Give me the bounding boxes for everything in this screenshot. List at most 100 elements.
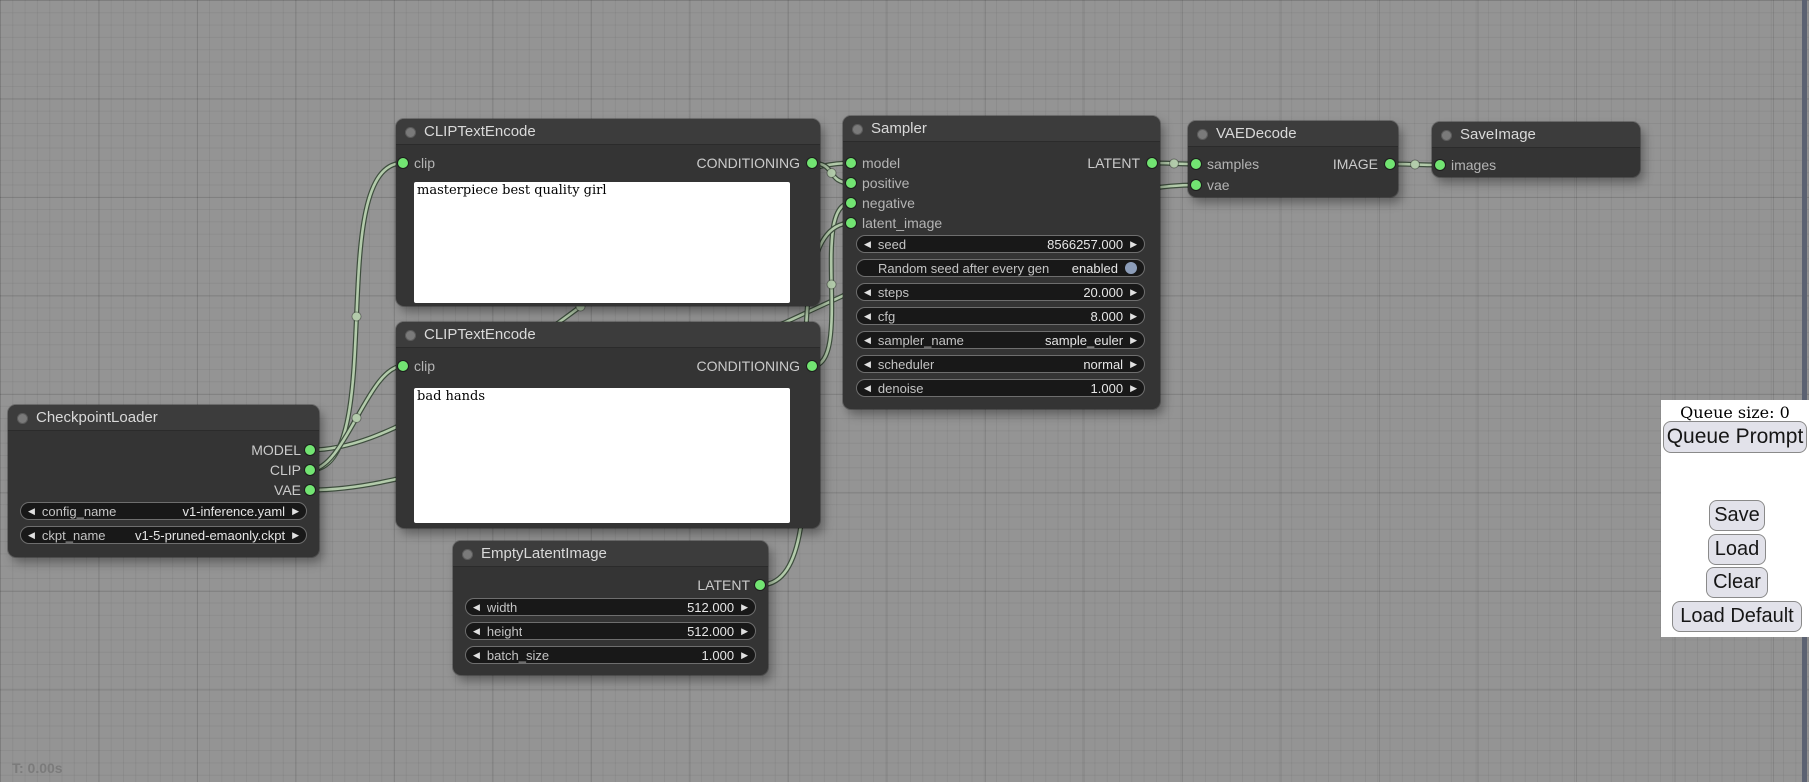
node-title: EmptyLatentImage	[481, 545, 607, 562]
collapse-dot-icon[interactable]	[1197, 129, 1208, 140]
collapse-dot-icon[interactable]	[405, 127, 416, 138]
load-button[interactable]: Load	[1708, 534, 1766, 565]
negative-prompt-textarea[interactable]: bad hands	[414, 388, 790, 523]
output-slot-model[interactable]	[305, 445, 315, 455]
input-slot-images[interactable]	[1435, 160, 1445, 170]
output-slot-image[interactable]	[1385, 159, 1395, 169]
increment-arrow-icon[interactable]: ▶	[1130, 379, 1137, 397]
increment-arrow-icon[interactable]: ▶	[292, 502, 299, 520]
node-empty-latent-image[interactable]: EmptyLatentImage LATENT ◀ width 512.000 …	[453, 541, 768, 675]
node-clip-text-encode-negative[interactable]: CLIPTextEncode clip CONDITIONING bad han…	[396, 322, 820, 528]
clear-button[interactable]: Clear	[1706, 567, 1768, 598]
node-titlebar[interactable]: CLIPTextEncode	[396, 119, 820, 145]
positive-prompt-textarea[interactable]: masterpiece best quality girl	[414, 182, 790, 303]
decrement-arrow-icon[interactable]: ◀	[864, 331, 871, 349]
node-title: VAEDecode	[1216, 125, 1297, 142]
node-titlebar[interactable]: Sampler	[843, 116, 1160, 142]
node-sampler[interactable]: Sampler model positive negative latent_i…	[843, 116, 1160, 409]
input-slot-samples[interactable]	[1191, 159, 1201, 169]
widget-steps[interactable]: ◀ steps 20.000 ▶	[856, 283, 1145, 301]
widget-cfg[interactable]: ◀ cfg 8.000 ▶	[856, 307, 1145, 325]
input-slot-latent-image[interactable]	[846, 218, 856, 228]
node-vae-decode[interactable]: VAEDecode samples vae IMAGE	[1188, 121, 1398, 197]
widget-width[interactable]: ◀ width 512.000 ▶	[465, 598, 756, 616]
increment-arrow-icon[interactable]: ▶	[1130, 235, 1137, 253]
collapse-dot-icon[interactable]	[462, 549, 473, 560]
decrement-arrow-icon[interactable]: ◀	[473, 622, 480, 640]
load-default-button[interactable]: Load Default	[1672, 601, 1802, 632]
decrement-arrow-icon[interactable]: ◀	[864, 307, 871, 325]
decrement-arrow-icon[interactable]: ◀	[864, 283, 871, 301]
decrement-arrow-icon[interactable]: ◀	[864, 379, 871, 397]
toggle-dot-icon[interactable]	[1125, 262, 1137, 274]
widget-value: 1.000	[1091, 381, 1124, 396]
widget-value: 1.000	[702, 648, 735, 663]
collapse-dot-icon[interactable]	[405, 330, 416, 341]
widget-label: seed	[878, 237, 906, 252]
node-titlebar[interactable]: CheckpointLoader	[8, 405, 319, 431]
decrement-arrow-icon[interactable]: ◀	[28, 502, 35, 520]
node-title: CheckpointLoader	[36, 409, 158, 426]
increment-arrow-icon[interactable]: ▶	[1130, 283, 1137, 301]
increment-arrow-icon[interactable]: ▶	[292, 526, 299, 544]
output-label-clip: CLIP	[270, 461, 301, 479]
increment-arrow-icon[interactable]: ▶	[1130, 331, 1137, 349]
node-checkpoint-loader[interactable]: CheckpointLoader MODEL CLIP VAE ◀ config…	[8, 405, 319, 557]
increment-arrow-icon[interactable]: ▶	[741, 622, 748, 640]
node-title: CLIPTextEncode	[424, 123, 536, 140]
widget-ckpt-name[interactable]: ◀ ckpt_name v1-5-pruned-emaonly.ckpt ▶	[20, 526, 307, 544]
widget-height[interactable]: ◀ height 512.000 ▶	[465, 622, 756, 640]
widget-random-seed-toggle[interactable]: Random seed after every gen enabled	[856, 259, 1145, 277]
node-titlebar[interactable]: SaveImage	[1432, 122, 1640, 148]
canvas-edge-scrollbar[interactable]	[1802, 0, 1807, 782]
node-titlebar[interactable]: CLIPTextEncode	[396, 322, 820, 348]
widget-batch-size[interactable]: ◀ batch_size 1.000 ▶	[465, 646, 756, 664]
input-slot-vae[interactable]	[1191, 180, 1201, 190]
decrement-arrow-icon[interactable]: ◀	[473, 598, 480, 616]
widget-label: Random seed after every gen	[878, 261, 1049, 276]
output-slot-clip[interactable]	[305, 465, 315, 475]
widget-value: 8.000	[1091, 309, 1124, 324]
decrement-arrow-icon[interactable]: ◀	[864, 235, 871, 253]
widget-denoise[interactable]: ◀ denoise 1.000 ▶	[856, 379, 1145, 397]
queue-size-label: Queue size: 0	[1661, 403, 1809, 422]
collapse-dot-icon[interactable]	[852, 124, 863, 135]
output-slot-latent[interactable]	[1147, 158, 1157, 168]
output-slot-conditioning[interactable]	[807, 361, 817, 371]
output-slot-conditioning[interactable]	[807, 158, 817, 168]
input-slot-clip[interactable]	[398, 361, 408, 371]
queue-prompt-button[interactable]: Queue Prompt	[1663, 421, 1807, 453]
widget-label: scheduler	[878, 357, 934, 372]
widget-value: normal	[1083, 357, 1123, 372]
input-slot-positive[interactable]	[846, 178, 856, 188]
collapse-dot-icon[interactable]	[1441, 130, 1452, 141]
decrement-arrow-icon[interactable]: ◀	[28, 526, 35, 544]
widget-config-name[interactable]: ◀ config_name v1-inference.yaml ▶	[20, 502, 307, 520]
widget-value: enabled	[1072, 261, 1118, 276]
input-slot-negative[interactable]	[846, 198, 856, 208]
output-slot-latent[interactable]	[755, 580, 765, 590]
widget-scheduler[interactable]: ◀ scheduler normal ▶	[856, 355, 1145, 373]
increment-arrow-icon[interactable]: ▶	[741, 646, 748, 664]
widget-seed[interactable]: ◀ seed 8566257.000 ▶	[856, 235, 1145, 253]
widget-sampler-name[interactable]: ◀ sampler_name sample_euler ▶	[856, 331, 1145, 349]
input-slot-model[interactable]	[846, 158, 856, 168]
decrement-arrow-icon[interactable]: ◀	[473, 646, 480, 664]
input-slot-clip[interactable]	[398, 158, 408, 168]
output-slot-vae[interactable]	[305, 485, 315, 495]
node-clip-text-encode-positive[interactable]: CLIPTextEncode clip CONDITIONING masterp…	[396, 119, 820, 306]
widget-value: v1-5-pruned-emaonly.ckpt	[135, 528, 285, 543]
output-label-conditioning: CONDITIONING	[697, 357, 800, 375]
widget-label: width	[487, 600, 517, 615]
increment-arrow-icon[interactable]: ▶	[1130, 355, 1137, 373]
node-titlebar[interactable]: EmptyLatentImage	[453, 541, 768, 567]
increment-arrow-icon[interactable]: ▶	[1130, 307, 1137, 325]
collapse-dot-icon[interactable]	[17, 413, 28, 424]
node-titlebar[interactable]: VAEDecode	[1188, 121, 1398, 147]
output-label-latent: LATENT	[1087, 154, 1140, 172]
increment-arrow-icon[interactable]: ▶	[741, 598, 748, 616]
input-label-vae: vae	[1207, 176, 1230, 194]
save-button[interactable]: Save	[1709, 500, 1765, 531]
decrement-arrow-icon[interactable]: ◀	[864, 355, 871, 373]
node-save-image[interactable]: SaveImage images	[1432, 122, 1640, 177]
